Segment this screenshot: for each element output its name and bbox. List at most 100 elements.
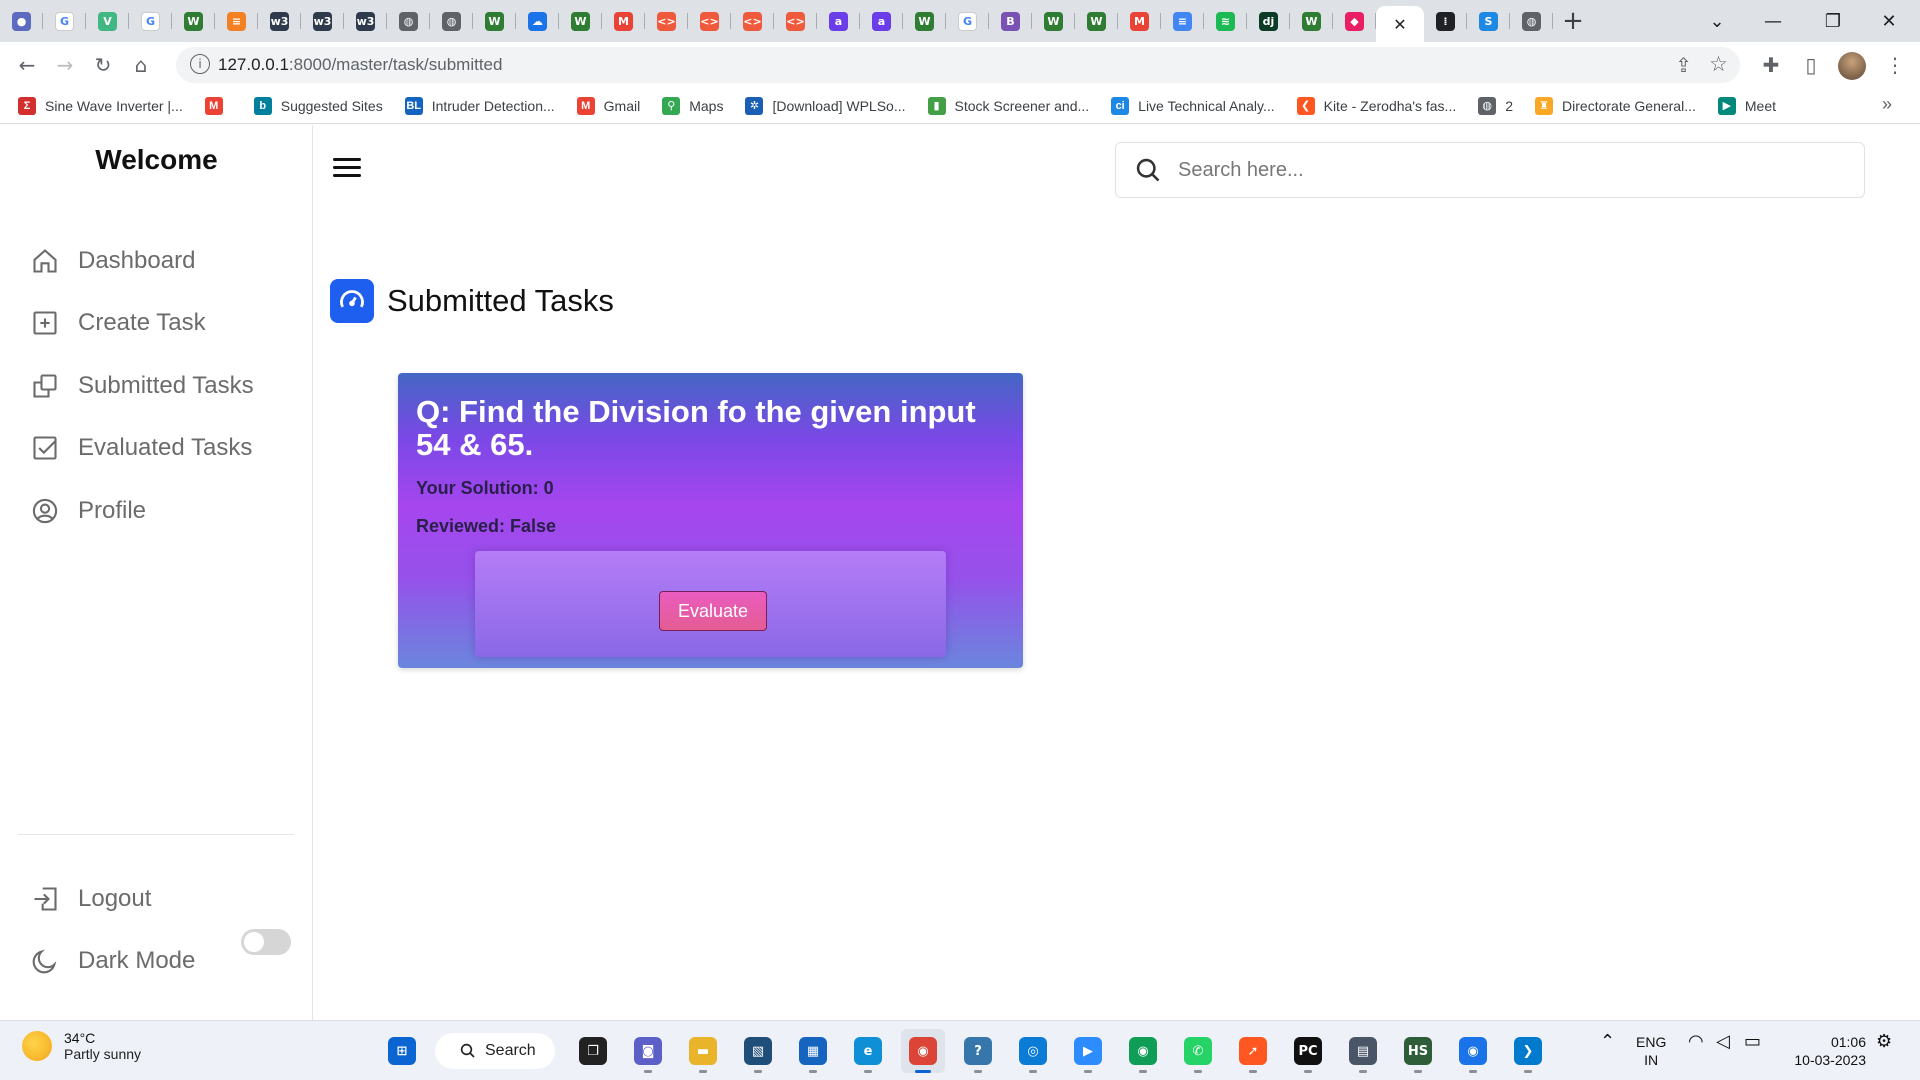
home-button-icon[interactable]: ⌂	[122, 46, 160, 84]
browser-tab[interactable]: a	[817, 0, 860, 42]
bookmark-star-icon[interactable]: ☆	[1709, 52, 1728, 76]
browser-tab[interactable]: G	[129, 0, 172, 42]
browser-tab[interactable]: w3	[301, 0, 344, 42]
browser-tab[interactable]: ◍	[387, 0, 430, 42]
reload-icon[interactable]: ↻	[84, 46, 122, 84]
browser-tab[interactable]: V	[86, 0, 129, 42]
taskbar-app[interactable]: e	[846, 1029, 890, 1073]
menu-kebab-icon[interactable]: ⋮	[1876, 46, 1914, 84]
browser-tab[interactable]: dj	[1247, 0, 1290, 42]
weather-widget[interactable]: 34°C Partly sunny	[22, 1030, 141, 1062]
evaluate-button[interactable]: Evaluate	[659, 591, 767, 631]
volume-icon[interactable]: ◁	[1716, 1033, 1730, 1051]
browser-tab[interactable]: ⁞	[1424, 0, 1467, 42]
taskbar-app[interactable]: ◉	[1451, 1029, 1495, 1073]
browser-tab[interactable]: <>	[731, 0, 774, 42]
browser-tab[interactable]: ◍	[430, 0, 473, 42]
clock[interactable]: 01:06 10-03-2023	[1786, 1033, 1866, 1069]
browser-tab[interactable]: M	[1118, 0, 1161, 42]
taskbar-app[interactable]: ▤	[1341, 1029, 1385, 1073]
bookmark-item[interactable]: BL Intruder Detection...	[404, 96, 555, 115]
taskbar-app[interactable]: ▦	[791, 1029, 835, 1073]
minimize-button[interactable]: —	[1750, 0, 1796, 42]
browser-tab[interactable]: B	[989, 0, 1032, 42]
bookmark-item[interactable]: ◍ 2	[1478, 96, 1513, 115]
taskbar-app[interactable]: ▧	[736, 1029, 780, 1073]
bookmark-item[interactable]: ▮ Stock Screener and...	[927, 96, 1089, 115]
taskbar-app[interactable]: ◙	[626, 1029, 670, 1073]
tray-chevron-icon[interactable]: ⌃	[1600, 1033, 1615, 1051]
taskbar-app[interactable]: ✆	[1176, 1029, 1220, 1073]
browser-tab[interactable]: ●	[0, 0, 43, 42]
browser-tab[interactable]: W	[172, 0, 215, 42]
bookmark-item[interactable]: ⚲ Maps	[662, 96, 723, 115]
taskbar-search[interactable]: Search	[435, 1033, 555, 1069]
browser-tab[interactable]: W	[559, 0, 602, 42]
nav-logout[interactable]: Logout	[31, 879, 151, 919]
browser-tab[interactable]: W	[903, 0, 946, 42]
share-icon[interactable]: ⇪	[1675, 53, 1692, 77]
back-icon[interactable]: ←	[8, 46, 46, 84]
nav-profile[interactable]: Profile	[31, 491, 146, 531]
browser-tab[interactable]: S	[1467, 0, 1510, 42]
browser-tab[interactable]: M	[602, 0, 645, 42]
taskbar-app[interactable]: ⊞	[380, 1029, 424, 1073]
taskbar-app[interactable]: ?	[956, 1029, 1000, 1073]
browser-tab[interactable]: ✕	[1376, 6, 1424, 42]
bookmark-item[interactable]: Σ Sine Wave Inverter |...	[18, 96, 183, 115]
bookmark-item[interactable]: ♜ Directorate General...	[1535, 96, 1696, 115]
search-input[interactable]	[1178, 158, 1818, 182]
taskbar-app[interactable]: ▬	[681, 1029, 725, 1073]
browser-tab[interactable]: w3	[344, 0, 387, 42]
taskbar-app[interactable]: ◉	[1121, 1029, 1165, 1073]
nav-evaluated-tasks[interactable]: Evaluated Tasks	[31, 428, 252, 468]
close-icon[interactable]: ✕	[1391, 15, 1410, 34]
language-indicator[interactable]: ENG IN	[1636, 1033, 1666, 1069]
new-tab-button[interactable]: +	[1553, 0, 1593, 42]
profile-avatar[interactable]	[1838, 52, 1866, 80]
nav-create-task[interactable]: Create Task	[31, 303, 206, 343]
browser-tab[interactable]: <>	[645, 0, 688, 42]
taskbar-app[interactable]: ▶	[1066, 1029, 1110, 1073]
taskbar-app[interactable]: HS	[1396, 1029, 1440, 1073]
browser-tab[interactable]: G	[43, 0, 86, 42]
browser-tab[interactable]: <>	[688, 0, 731, 42]
browser-tab[interactable]: a	[860, 0, 903, 42]
nav-dashboard[interactable]: Dashboard	[31, 241, 195, 281]
forward-icon[interactable]: →	[46, 46, 84, 84]
browser-tab[interactable]: ≋	[1204, 0, 1247, 42]
close-window-button[interactable]: ✕	[1866, 0, 1912, 42]
browser-tab[interactable]: W	[473, 0, 516, 42]
bookmark-item[interactable]: ci Live Technical Analy...	[1111, 96, 1275, 115]
browser-tab[interactable]: ◆	[1333, 0, 1376, 42]
bookmark-item[interactable]: ✲ [Download] WPLSo...	[745, 96, 906, 115]
more-bookmarks-icon[interactable]: »	[1882, 94, 1892, 115]
nav-submitted-tasks[interactable]: Submitted Tasks	[31, 366, 254, 406]
browser-tab[interactable]: ◍	[1510, 0, 1553, 42]
extensions-icon[interactable]: ✚	[1752, 46, 1790, 84]
side-panel-icon[interactable]: ▯	[1792, 46, 1830, 84]
dark-mode-toggle[interactable]	[241, 929, 291, 955]
browser-tab[interactable]: w3	[258, 0, 301, 42]
site-info-icon[interactable]: i	[190, 54, 210, 74]
browser-tab[interactable]: G	[946, 0, 989, 42]
bookmark-item[interactable]: ❮ Kite - Zerodha's fas...	[1296, 96, 1456, 115]
taskbar-app[interactable]: ◎	[1011, 1029, 1055, 1073]
address-bar[interactable]: i 127.0.0.1:8000/master/task/submitted ⇪…	[176, 47, 1740, 83]
browser-tab[interactable]: ≡	[215, 0, 258, 42]
bookmark-item[interactable]: b Suggested Sites	[253, 96, 383, 115]
bookmark-item[interactable]: M Gmail	[576, 96, 640, 115]
taskbar-app[interactable]: ❐	[571, 1029, 615, 1073]
browser-tab[interactable]: W	[1032, 0, 1075, 42]
tab-search-icon[interactable]: ⌄	[1694, 0, 1740, 42]
taskbar-app[interactable]: ➚	[1231, 1029, 1275, 1073]
taskbar-app[interactable]: ◉	[901, 1029, 945, 1073]
battery-icon[interactable]: ▭	[1744, 1033, 1761, 1051]
wifi-icon[interactable]: ◠	[1688, 1033, 1704, 1051]
browser-tab[interactable]: W	[1075, 0, 1118, 42]
notifications-icon[interactable]: ⚙	[1876, 1033, 1892, 1051]
maximize-button[interactable]: ❐	[1810, 0, 1856, 42]
taskbar-app[interactable]: PC	[1286, 1029, 1330, 1073]
browser-tab[interactable]: ≡	[1161, 0, 1204, 42]
browser-tab[interactable]: W	[1290, 0, 1333, 42]
